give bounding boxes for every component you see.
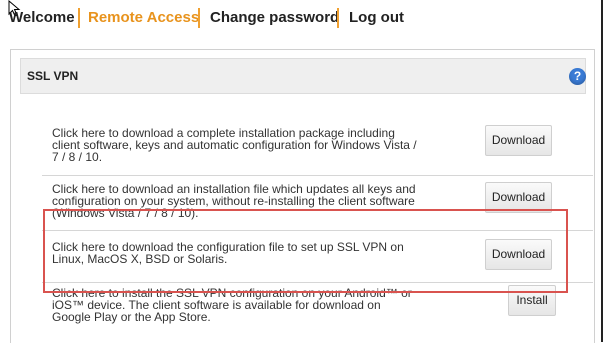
nav-separator [78, 8, 80, 28]
install-mobile-button[interactable]: Install [508, 285, 556, 316]
row-divider [42, 175, 593, 176]
row-description-config-file: Click here to download the configuration… [52, 241, 432, 265]
download-update-file-button[interactable]: Download [485, 182, 552, 213]
panel-title: SSL VPN [27, 69, 79, 83]
nav-remote-access-link[interactable]: Remote Access [88, 9, 199, 27]
row-text-line: 7 / 8 / 10. [52, 150, 103, 164]
nav-welcome-link[interactable]: Welcome [9, 9, 75, 27]
row-text-line: Linux, MacOS X, BSD or Solaris. [52, 252, 228, 266]
row-description-full-package: Click here to download a complete instal… [52, 127, 432, 163]
download-full-package-button[interactable]: Download [485, 125, 552, 156]
nav-change-password-link[interactable]: Change password [210, 9, 339, 27]
row-divider [42, 230, 593, 231]
nav-logout-link[interactable]: Log out [349, 9, 404, 27]
help-icon[interactable]: ? [569, 68, 586, 85]
panel-header: SSL VPN ? [20, 58, 586, 94]
nav-separator [198, 8, 200, 28]
row-divider [42, 282, 593, 283]
nav-separator [337, 8, 339, 28]
row-text-line: Google Play or the App Store. [52, 310, 211, 324]
row-description-mobile-install: Click here to install the SSL VPN config… [52, 287, 432, 323]
download-config-file-button[interactable]: Download [485, 239, 552, 270]
top-navigation: Welcome Remote Access Change password Lo… [0, 0, 603, 38]
row-text-line: client software, keys and automatic conf… [52, 138, 417, 152]
row-text-line: (Windows Vista / 7 / 8 / 10). [52, 206, 199, 220]
row-description-update-file: Click here to download an installation f… [52, 183, 432, 219]
